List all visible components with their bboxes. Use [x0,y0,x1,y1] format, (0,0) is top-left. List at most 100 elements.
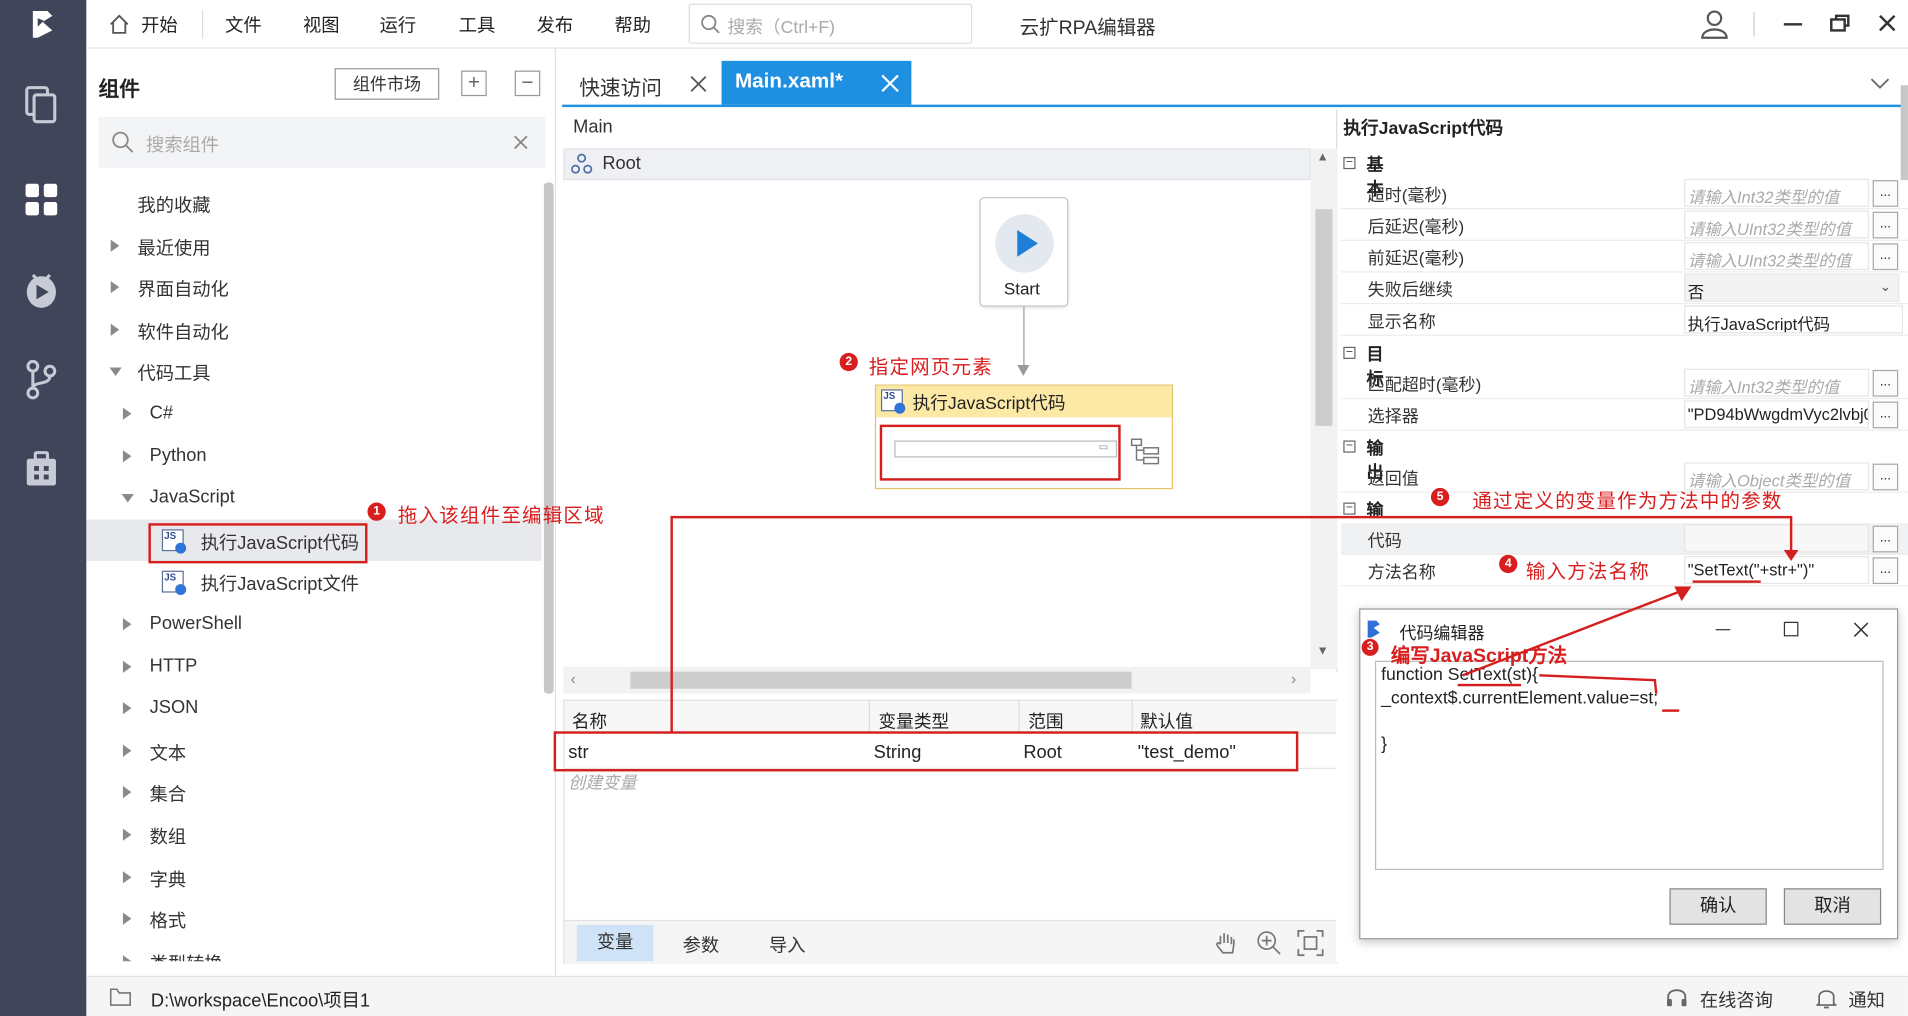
tab-imports[interactable]: 导入 [769,932,806,958]
ellipsis-button[interactable]: ... [1872,557,1899,585]
chevron-down-icon[interactable] [1870,74,1890,96]
cancel-button[interactable]: 取消 [1783,888,1882,925]
code-input[interactable] [1684,524,1870,553]
bell-icon [1815,986,1837,1016]
debug-run-icon[interactable] [22,265,61,308]
zoom-in-icon[interactable] [1256,930,1283,963]
components-grid-icon[interactable] [22,180,61,219]
close-tab-icon[interactable] [690,75,707,98]
hand-pan-icon[interactable] [1213,930,1240,963]
tree-item[interactable]: JSON [86,688,541,730]
project-path[interactable]: D:\workspace\Encoo\项目1 [151,987,370,1013]
online-consult-link[interactable]: 在线咨询 [1700,987,1773,1013]
expand-arrow-icon[interactable] [122,828,132,841]
tree-item[interactable]: Python [86,435,541,477]
menu-help[interactable]: 帮助 [614,12,651,38]
confirm-button[interactable]: 确认 [1669,888,1767,925]
expand-arrow-icon[interactable] [110,323,120,336]
tree-item[interactable]: 文本 [86,730,541,772]
restore-icon[interactable] [1829,13,1851,39]
expand-arrow-icon[interactable] [122,870,132,883]
menu-start[interactable]: 开始 [141,12,178,38]
delay-after-input[interactable]: 请输入UInt32类型的值 [1684,210,1870,239]
clear-search-icon[interactable] [512,134,529,157]
expand-arrow-icon[interactable] [122,618,132,631]
tree-item[interactable]: 集合 [86,772,541,814]
expand-arrow-icon[interactable] [122,407,132,420]
selector-input[interactable]: "PD94bWwgdmVyc2lvbj0iMS4wIiBlbmNvZGluZz0… [1684,400,1870,429]
menu-file[interactable]: 文件 [225,12,262,38]
collapse-arrow-icon[interactable] [121,494,134,503]
tree-item[interactable]: 我的收藏 [86,183,541,225]
tab-arguments[interactable]: 参数 [683,932,720,958]
timeout-input[interactable]: 请输入Int32类型的值 [1684,178,1870,207]
tab-variables[interactable]: 变量 [576,924,654,962]
tab-quick-access[interactable]: 快速访问 [569,61,717,105]
tree-item[interactable]: 数组 [86,814,541,856]
tree-item[interactable]: 类型转换 [86,940,541,962]
menu-publish[interactable]: 发布 [537,12,574,38]
menu-tools[interactable]: 工具 [459,12,496,38]
scroll-thumb[interactable] [630,671,1132,689]
tree-item[interactable]: 界面自动化 [86,267,541,309]
ellipsis-button[interactable]: ... [1872,369,1899,397]
ellipsis-button[interactable]: ... [1872,401,1899,429]
properties-scrollbar[interactable] [1900,85,1908,181]
expand-arrow-icon[interactable] [122,912,132,925]
collapse-all-button[interactable]: − [514,70,541,97]
expand-arrow-icon[interactable] [110,239,120,252]
ellipsis-button[interactable]: ... [1872,463,1899,491]
tree-item[interactable]: 代码工具 [86,351,541,393]
ellipsis-button[interactable]: ... [1872,180,1899,207]
match-timeout-input[interactable]: 请输入Int32类型的值 [1684,368,1870,397]
scroll-thumb[interactable] [1315,209,1333,426]
tree-item[interactable]: C# [86,393,541,435]
tree-scrollbar[interactable] [543,182,554,694]
tree-item[interactable]: 最近使用 [86,225,541,267]
close-window-icon[interactable] [1878,13,1897,39]
expand-all-button[interactable]: + [461,70,487,97]
tree-item[interactable]: 软件自动化 [86,309,541,351]
menu-run[interactable]: 运行 [380,12,417,38]
close-icon[interactable] [1853,622,1869,644]
expand-arrow-icon[interactable] [110,281,120,294]
ellipsis-button[interactable]: ... [1872,525,1899,553]
menu-view[interactable]: 视图 [303,12,340,38]
designer-vertical-scrollbar[interactable]: ▲ ▼ [1310,148,1338,670]
notify-link[interactable]: 通知 [1848,987,1885,1013]
expand-arrow-icon[interactable] [122,786,132,799]
create-variable-placeholder[interactable]: 创建变量 [568,770,636,794]
user-icon[interactable] [1700,9,1729,47]
tree-item[interactable]: 字典 [86,856,541,898]
component-market-button[interactable]: 组件市场 [334,68,440,100]
tree-item[interactable]: 格式 [86,898,541,940]
expand-arrow-icon[interactable] [122,744,132,757]
root-sequence-header[interactable]: Root [563,148,1311,181]
package-icon[interactable] [22,450,61,489]
maximize-icon[interactable] [1783,621,1799,637]
expand-arrow-icon[interactable] [122,449,132,462]
ellipsis-button[interactable]: ... [1872,211,1899,239]
minimize-icon[interactable] [1783,23,1803,26]
tree-item[interactable]: JS 执行JavaScript文件 [86,561,541,603]
tree-item[interactable]: PowerShell [86,604,541,646]
documents-icon[interactable] [22,85,61,124]
tab-main-xaml[interactable]: Main.xaml* [721,60,912,105]
collapse-arrow-icon[interactable] [109,367,122,377]
fit-screen-icon[interactable] [1297,929,1324,963]
ellipsis-button[interactable]: ... [1872,243,1899,271]
tree-item[interactable]: HTTP [86,646,541,688]
expand-arrow-icon[interactable] [122,954,132,962]
element-tree-icon[interactable] [1130,438,1160,471]
branch-icon[interactable] [22,359,61,400]
component-search-input[interactable]: 搜索组件 [98,116,546,168]
continue-on-error-select[interactable]: 否 ⌄ [1684,273,1900,302]
global-search-box[interactable]: 搜索（Ctrl+F) [688,3,973,44]
display-name-input[interactable]: 执行JavaScript代码 [1684,305,1904,334]
expand-arrow-icon[interactable] [122,702,132,715]
designer-horizontal-scrollbar[interactable]: ‹ › [563,666,1311,694]
start-node[interactable]: Start [979,197,1069,307]
delay-before-input[interactable]: 请输入UInt32类型的值 [1684,242,1870,271]
expand-arrow-icon[interactable] [122,660,132,673]
close-tab-icon[interactable] [881,74,899,98]
